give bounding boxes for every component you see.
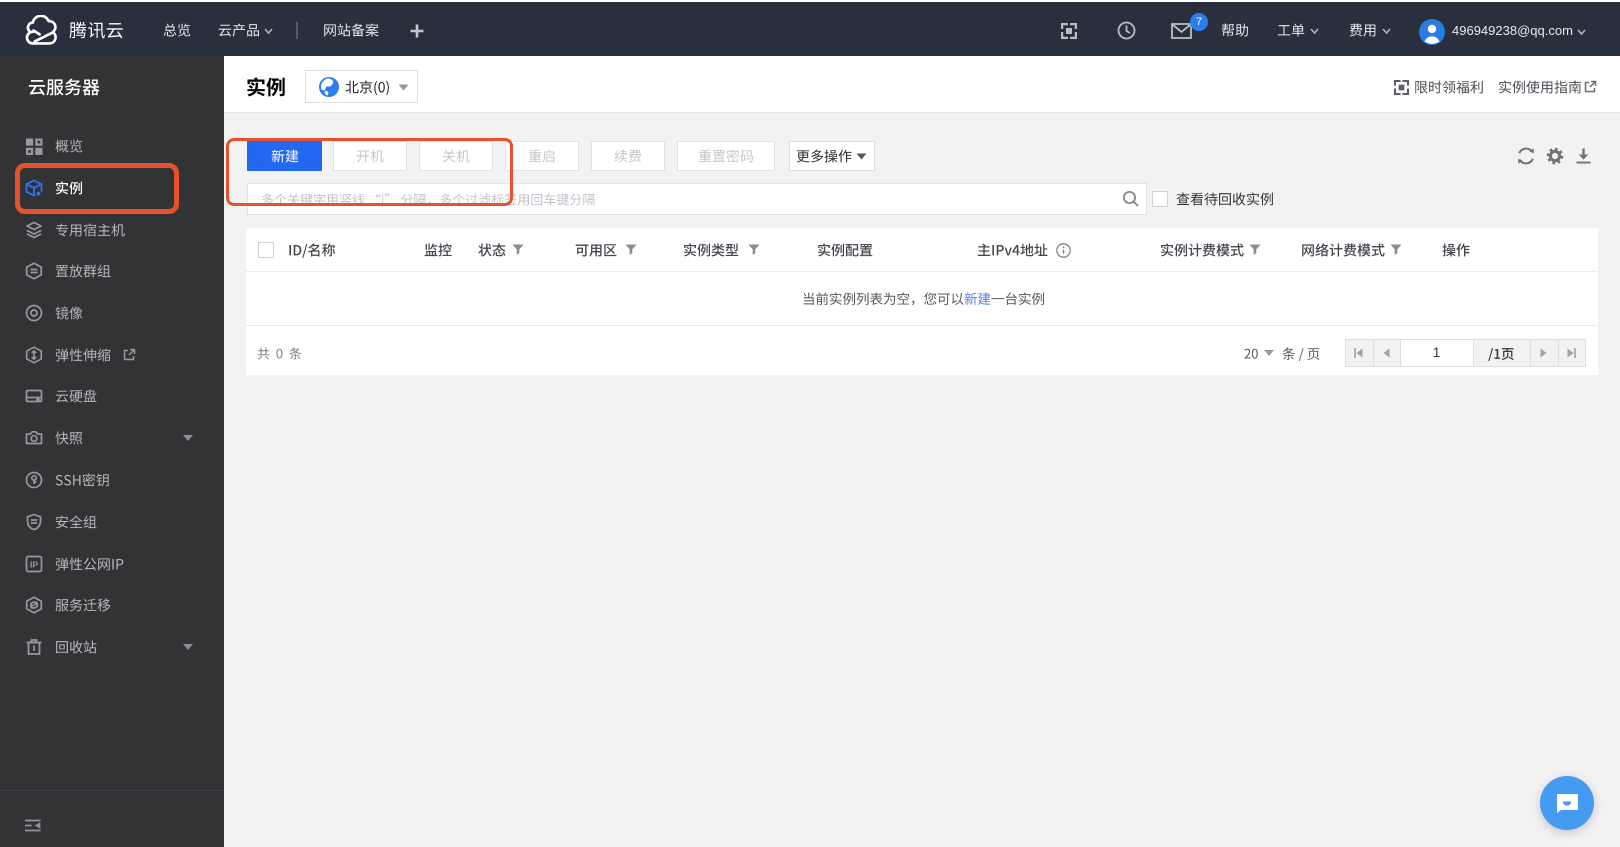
svg-text:IP: IP: [30, 559, 38, 569]
